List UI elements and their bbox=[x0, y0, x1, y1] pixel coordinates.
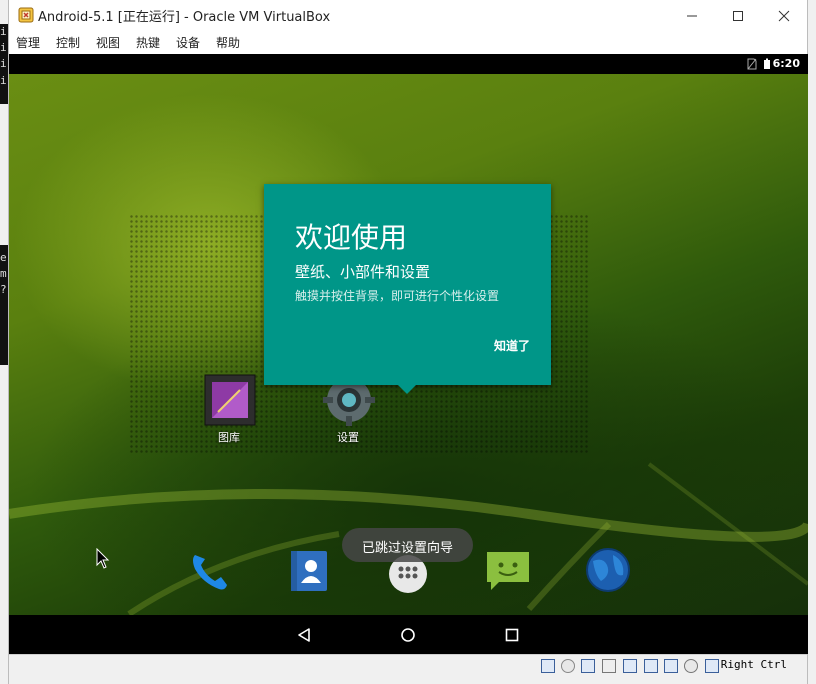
menu-bar: 管理 控制 视图 热键 设备 帮助 bbox=[9, 31, 807, 53]
welcome-subtitle: 壁纸、小部件和设置 bbox=[295, 263, 431, 281]
maximize-button[interactable] bbox=[715, 0, 761, 31]
recording-icon[interactable] bbox=[684, 659, 698, 673]
browser-globe-icon bbox=[586, 548, 630, 592]
no-sim-icon bbox=[747, 58, 757, 70]
settings-label: 设置 bbox=[337, 431, 359, 444]
maximize-icon bbox=[733, 10, 743, 21]
virtualbox-app-icon bbox=[18, 7, 34, 23]
toast-text: 已跳过设置向导 bbox=[361, 541, 453, 556]
window-title: Android-5.1 [正在运行] - Oracle VM VirtualBo… bbox=[38, 10, 331, 25]
close-icon bbox=[778, 10, 790, 21]
android-status-bar: 6:20 bbox=[9, 54, 808, 74]
menu-hotkeys[interactable]: 热键 bbox=[136, 34, 160, 51]
home-icon[interactable] bbox=[400, 627, 416, 643]
gallery-app[interactable] bbox=[204, 374, 256, 426]
recents-icon[interactable] bbox=[504, 627, 520, 643]
minimize-icon bbox=[687, 15, 697, 16]
menu-devices[interactable]: 设备 bbox=[176, 34, 200, 51]
phone-app[interactable] bbox=[187, 549, 231, 593]
android-nav-bar bbox=[9, 615, 808, 654]
optical-drive-icon[interactable] bbox=[561, 659, 575, 673]
vm-status-bar: Right Ctrl bbox=[9, 654, 807, 684]
menu-view[interactable]: 视图 bbox=[96, 34, 120, 51]
gallery-label: 图库 bbox=[218, 431, 240, 444]
gallery-icon bbox=[204, 374, 256, 426]
menu-control[interactable]: 控制 bbox=[56, 34, 80, 51]
usb-icon[interactable] bbox=[664, 659, 678, 673]
got-it-button[interactable]: 知道了 bbox=[494, 337, 530, 354]
menu-manage[interactable]: 管理 bbox=[16, 34, 40, 51]
close-button[interactable] bbox=[761, 0, 807, 31]
desktop-edge bbox=[808, 0, 816, 684]
back-icon[interactable] bbox=[296, 627, 312, 643]
host-key-label[interactable]: Right Ctrl bbox=[721, 658, 787, 671]
phone-icon bbox=[193, 555, 227, 590]
shared-folders-icon[interactable] bbox=[602, 659, 616, 673]
toast: 已跳过设置向导 bbox=[342, 528, 473, 562]
audio-icon[interactable] bbox=[581, 659, 595, 673]
mouse-integration-icon[interactable] bbox=[705, 659, 719, 673]
browser-app[interactable] bbox=[585, 547, 631, 593]
welcome-card: 欢迎使用 壁纸、小部件和设置 触摸并按住背景，即可进行个性化设置 知道了 bbox=[264, 184, 551, 385]
mouse-cursor-icon bbox=[96, 548, 110, 569]
messaging-app[interactable] bbox=[485, 548, 531, 594]
welcome-title: 欢迎使用 bbox=[295, 221, 408, 254]
welcome-card-pointer bbox=[398, 385, 416, 394]
contacts-icon bbox=[291, 551, 327, 591]
welcome-description: 触摸并按住背景，即可进行个性化设置 bbox=[295, 289, 500, 303]
messaging-icon bbox=[487, 552, 529, 590]
menu-help[interactable]: 帮助 bbox=[216, 34, 240, 51]
display-icon[interactable] bbox=[623, 659, 637, 673]
title-bar[interactable]: Android-5.1 [正在运行] - Oracle VM VirtualBo… bbox=[9, 0, 807, 31]
hard-disk-icon[interactable] bbox=[541, 659, 555, 673]
minimize-button[interactable] bbox=[669, 0, 715, 31]
network-icon[interactable] bbox=[644, 659, 658, 673]
battery-icon bbox=[764, 58, 770, 69]
contacts-app[interactable] bbox=[289, 549, 329, 593]
status-clock: 6:20 bbox=[772, 57, 800, 70]
